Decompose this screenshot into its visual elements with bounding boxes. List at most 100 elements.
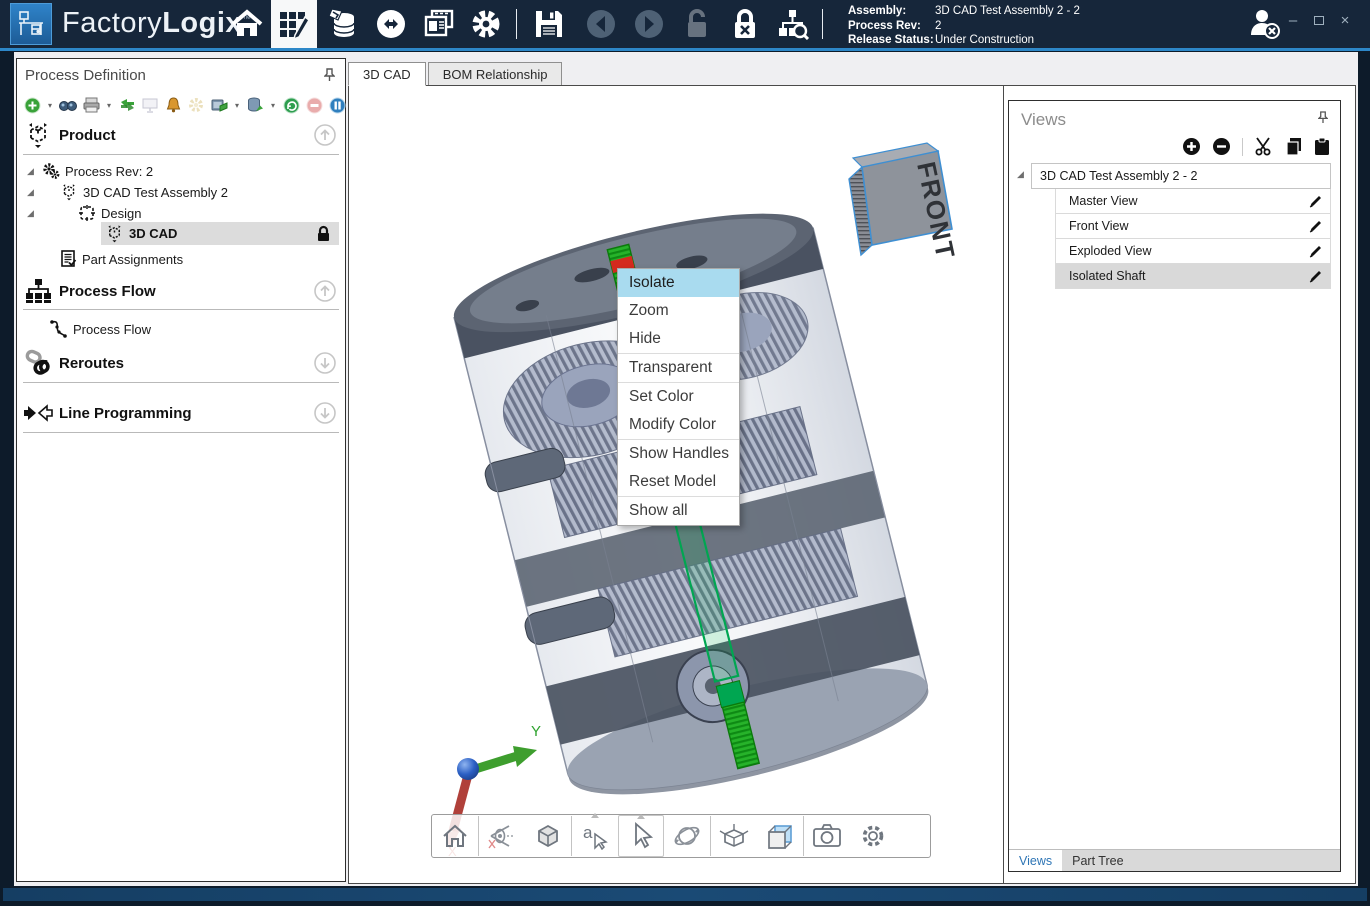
section-line-programming[interactable]: Line Programming <box>17 397 345 429</box>
menu-item-transparent[interactable]: Transparent <box>618 354 739 382</box>
database-dropdown[interactable]: ▾ <box>269 96 277 114</box>
find-button[interactable] <box>59 96 77 114</box>
documents-button[interactable] <box>416 0 462 48</box>
paste-view-button[interactable] <box>1314 137 1330 156</box>
back-button[interactable] <box>578 0 624 48</box>
close-button[interactable]: × <box>1334 12 1356 29</box>
menu-item-set-color[interactable]: Set Color <box>618 383 739 411</box>
section-process-flow-label: Process Flow <box>59 283 156 300</box>
add-view-button[interactable] <box>1182 137 1201 156</box>
tree-item-part-assignments[interactable]: Part Assignments <box>27 249 183 269</box>
pin-icon[interactable] <box>324 68 335 82</box>
menu-item-show-handles[interactable]: Show Handles <box>618 440 739 468</box>
add-dropdown[interactable]: ▾ <box>46 96 54 114</box>
app-logo <box>10 3 52 45</box>
tab-part-tree[interactable]: Part Tree <box>1062 850 1133 871</box>
materials-button[interactable] <box>320 0 366 48</box>
view-row-master[interactable]: Master View <box>1055 189 1331 214</box>
product-cube-icon <box>23 121 53 149</box>
sync-button[interactable] <box>118 96 136 114</box>
edit-pencil-icon[interactable] <box>1308 219 1323 234</box>
views-root-expander[interactable]: ◢ <box>1017 169 1024 180</box>
section-view-button[interactable] <box>757 815 803 857</box>
menu-item-zoom[interactable]: Zoom <box>618 297 739 325</box>
home-button[interactable] <box>224 0 270 48</box>
expander-icon[interactable]: ◢ <box>27 166 39 177</box>
cut-view-button[interactable] <box>1254 137 1274 156</box>
start-button[interactable] <box>282 96 300 114</box>
tree-label: Process Flow <box>73 322 151 337</box>
add-button[interactable] <box>23 96 41 114</box>
view-row-exploded[interactable]: Exploded View <box>1055 239 1331 264</box>
collapse-down-icon[interactable] <box>313 351 337 375</box>
presentation-button[interactable] <box>141 96 159 114</box>
copy-view-button[interactable] <box>1285 137 1303 156</box>
print-button[interactable] <box>82 96 100 114</box>
section-product[interactable]: Product <box>17 119 345 151</box>
label-select-button[interactable]: a <box>572 815 618 857</box>
edit-pencil-icon[interactable] <box>1308 269 1323 284</box>
pause-button[interactable] <box>328 96 346 114</box>
view-settings-button[interactable] <box>850 815 896 857</box>
expander-icon[interactable]: ◢ <box>27 208 39 219</box>
pin-icon[interactable] <box>1318 111 1328 124</box>
lock-button[interactable] <box>722 0 768 48</box>
edit-pencil-icon[interactable] <box>1308 244 1323 259</box>
remove-view-button[interactable] <box>1212 137 1231 156</box>
section-line-programming-label: Line Programming <box>59 405 192 422</box>
divider <box>23 309 339 310</box>
views-root-node[interactable]: 3D CAD Test Assembly 2 - 2 <box>1031 163 1331 189</box>
export-dropdown[interactable]: ▾ <box>233 96 241 114</box>
edit-pencil-icon[interactable] <box>1308 194 1323 209</box>
collapse-up-icon[interactable] <box>313 279 337 303</box>
tree-item-process-flow[interactable]: Process Flow <box>45 317 151 341</box>
menu-item-modify-color[interactable]: Modify Color <box>618 411 739 439</box>
view-home-button[interactable] <box>432 815 478 857</box>
select-tool-button[interactable] <box>618 815 664 857</box>
tab-bom-relationship[interactable]: BOM Relationship <box>428 62 563 86</box>
tree-item-assembly[interactable]: ◢ 3D CAD Test Assembly 2 <box>27 182 228 202</box>
section-reroutes[interactable]: Reroutes <box>17 347 345 379</box>
views-panel-title: Views <box>1021 110 1066 130</box>
where-used-button[interactable] <box>770 0 816 48</box>
views-panel: Views ◢ 3D CAD Test Assembly 2 - 2 Maste… <box>1008 100 1341 872</box>
tab-3d-cad[interactable]: 3D CAD <box>348 62 426 86</box>
tab-views[interactable]: Views <box>1009 850 1062 871</box>
navigate-button[interactable] <box>368 0 414 48</box>
explode-view-button[interactable] <box>711 815 757 857</box>
menu-item-hide[interactable]: Hide <box>618 325 739 353</box>
view-row-front[interactable]: Front View <box>1055 214 1331 239</box>
print-dropdown[interactable]: ▾ <box>105 96 113 114</box>
tree-item-design[interactable]: ◢ Design <box>27 203 141 223</box>
process-definition-button[interactable] <box>271 0 317 48</box>
shaded-view-button[interactable] <box>525 815 571 857</box>
menu-item-reset-model[interactable]: Reset Model <box>618 468 739 496</box>
desk-logo-icon <box>16 9 46 39</box>
forward-button[interactable] <box>626 0 672 48</box>
snapshot-button[interactable] <box>804 815 850 857</box>
unlock-button[interactable] <box>674 0 720 48</box>
view-row-isolated-shaft[interactable]: Isolated Shaft <box>1055 264 1331 289</box>
section-process-flow[interactable]: Process Flow <box>17 275 345 307</box>
view-cube[interactable]: FRONT <box>849 143 961 263</box>
view-direction-button[interactable] <box>479 815 525 857</box>
menu-item-isolate[interactable]: Isolate <box>618 269 739 297</box>
settings-button[interactable] <box>463 0 509 48</box>
minimize-button[interactable]: – <box>1282 12 1304 29</box>
expander-icon[interactable]: ◢ <box>27 187 39 198</box>
menu-item-show-all[interactable]: Show all <box>618 497 739 525</box>
collapse-down-icon[interactable] <box>313 401 337 425</box>
save-button[interactable] <box>526 0 572 48</box>
stop-button[interactable] <box>305 96 323 114</box>
maximize-button[interactable] <box>1308 12 1330 29</box>
process-settings-button[interactable] <box>187 96 205 114</box>
orbit-tool-button[interactable] <box>664 815 710 857</box>
tree-item-process-rev[interactable]: ◢ Process Rev: 2 <box>27 161 153 181</box>
tree-item-3d-cad-selected[interactable]: 3D CAD <box>101 222 339 245</box>
notification-button[interactable] <box>164 96 182 114</box>
info-row-process-rev: Process Rev:2 <box>848 19 1080 34</box>
database-tools-button[interactable] <box>246 96 264 114</box>
assembly-info: Assembly:3D CAD Test Assembly 2 - 2 Proc… <box>848 4 1080 48</box>
collapse-up-icon[interactable] <box>313 123 337 147</box>
export-button[interactable] <box>210 96 228 114</box>
